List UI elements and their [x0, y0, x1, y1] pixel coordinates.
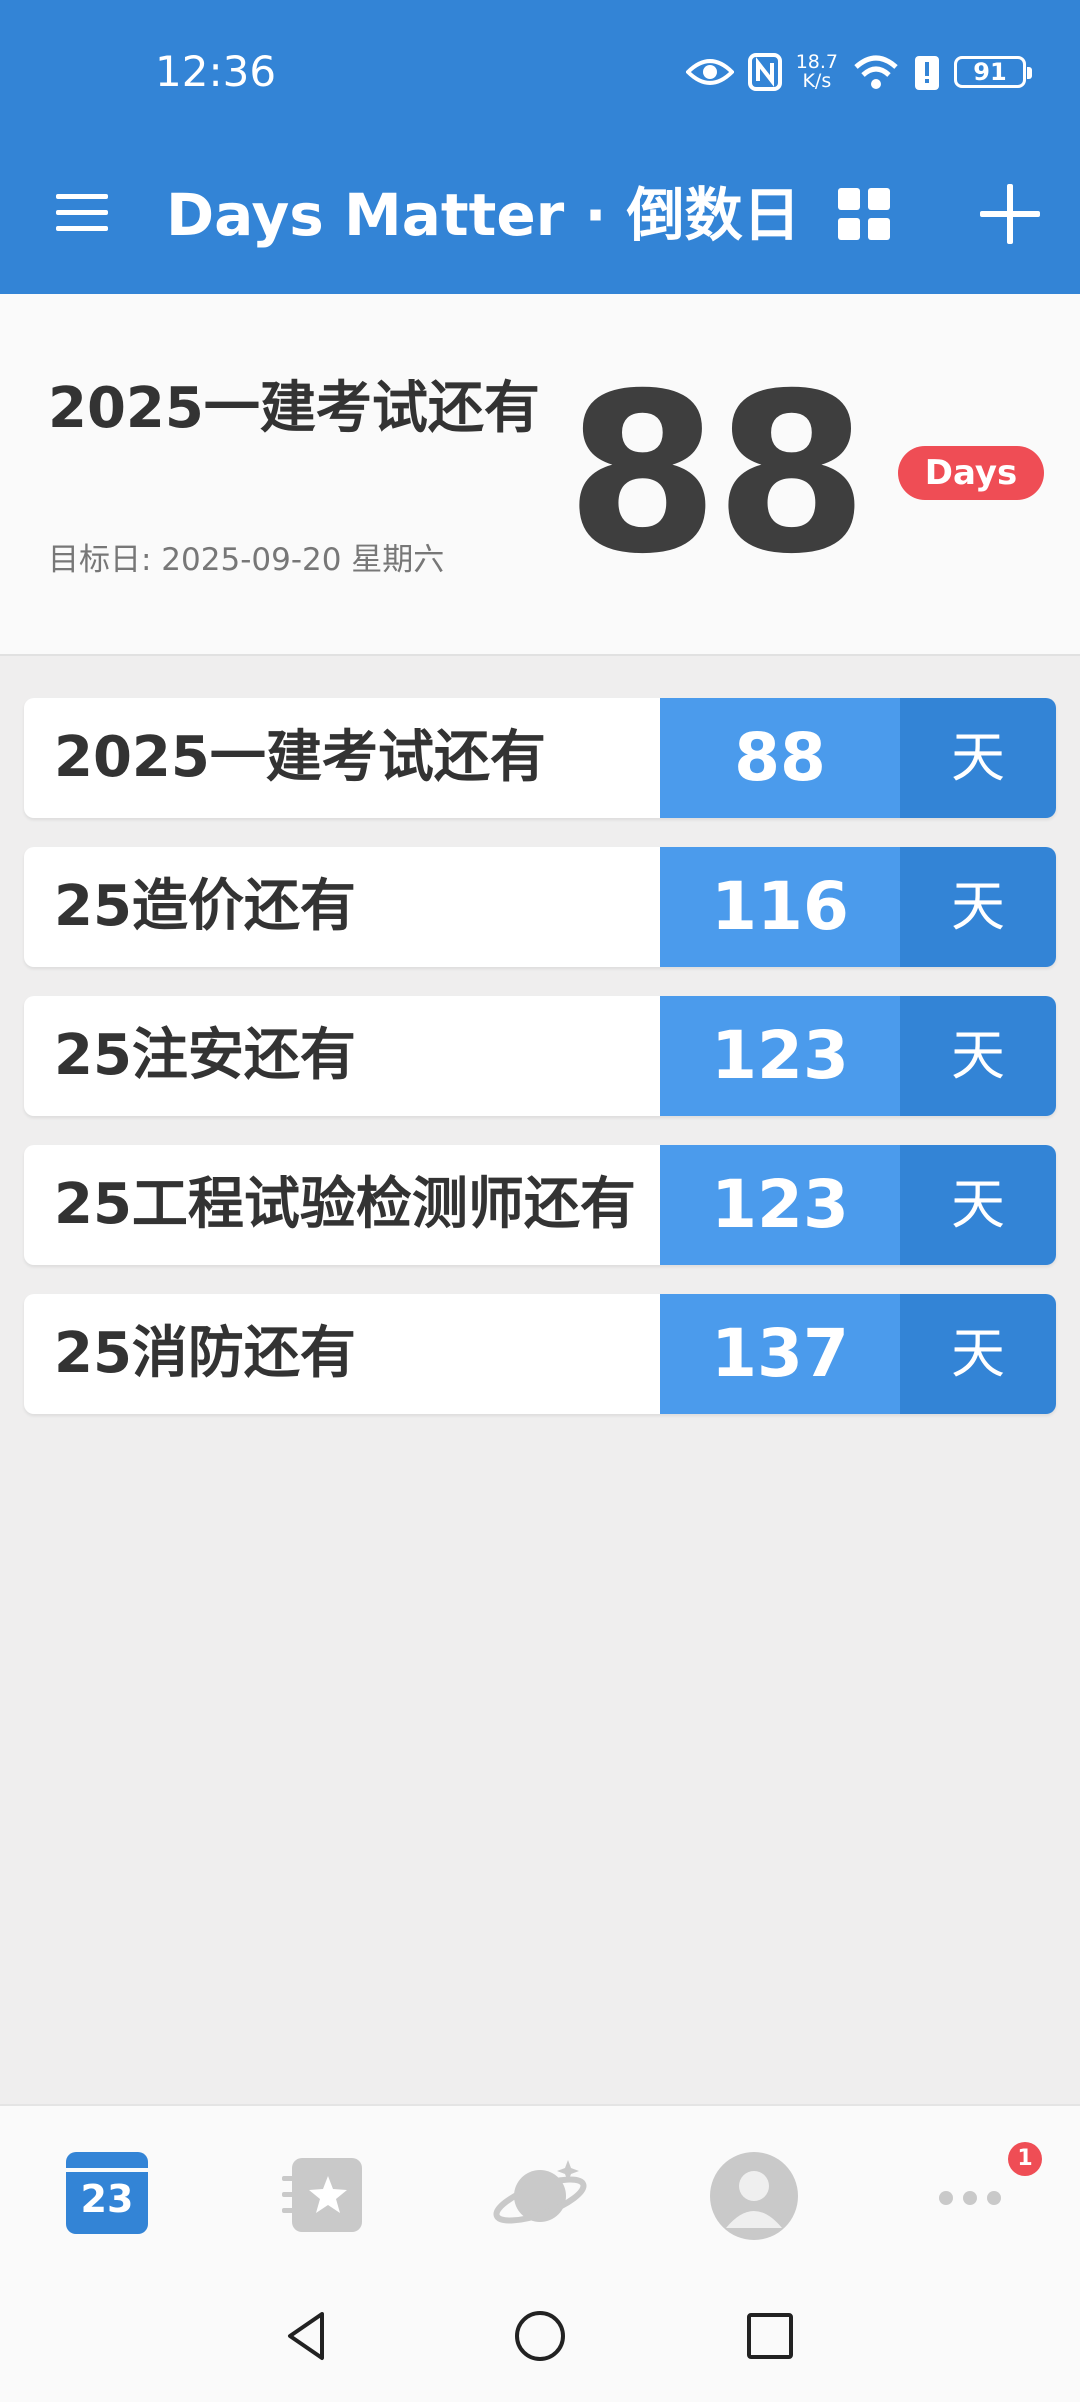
status-bar: 12:36 18.7 K/s 91	[0, 0, 1080, 140]
event-row[interactable]: 25造价还有 116 天	[24, 847, 1056, 967]
explore-planet-icon[interactable]	[490, 2150, 590, 2240]
event-row[interactable]: 25工程试验检测师还有 123 天	[24, 1145, 1056, 1265]
status-time: 12:36	[155, 47, 277, 96]
net-speed-unit: K/s	[802, 70, 832, 92]
event-name: 2025一建考试还有	[54, 725, 546, 790]
event-name: 25注安还有	[54, 1023, 356, 1088]
featured-days-count: 88	[565, 346, 868, 602]
back-icon[interactable]	[278, 2306, 338, 2366]
event-name: 25工程试验检测师还有	[54, 1172, 636, 1237]
favorites-icon[interactable]	[280, 2150, 370, 2240]
nfc-icon	[747, 53, 782, 91]
profile-icon[interactable]	[708, 2150, 800, 2242]
battery-indicator: 91	[954, 56, 1032, 88]
eye-icon	[685, 59, 734, 85]
event-days-count: 123	[660, 1145, 900, 1265]
app-header: 12:36 18.7 K/s 91 Days Matter · 倒数日	[0, 0, 1080, 294]
recents-icon[interactable]	[740, 2306, 800, 2366]
featured-event-card[interactable]: 2025一建考试还有 目标日: 2025-09-20 星期六 88 Days	[0, 294, 1080, 654]
event-days-count: 88	[660, 698, 900, 818]
event-name: 25消防还有	[54, 1321, 356, 1386]
more-icon[interactable]	[932, 2150, 1012, 2240]
calendar-icon[interactable]: 23	[66, 2152, 148, 2234]
home-icon[interactable]	[510, 2306, 570, 2366]
event-days-unit: 天	[900, 1294, 1056, 1414]
event-days-count: 137	[660, 1294, 900, 1414]
event-days-count: 116	[660, 847, 900, 967]
add-icon[interactable]	[976, 180, 1044, 248]
alert-battery-icon	[915, 56, 939, 90]
divider	[0, 654, 1080, 656]
featured-target-date: 目标日: 2025-09-20 星期六	[48, 542, 445, 578]
event-days-unit: 天	[900, 996, 1056, 1116]
notification-badge: 1	[1008, 2142, 1042, 2176]
app-title: Days Matter · 倒数日	[166, 181, 801, 249]
event-days-unit: 天	[900, 1145, 1056, 1265]
net-speed: 18.7 K/s	[796, 53, 838, 91]
days-badge: Days	[898, 446, 1044, 500]
event-row[interactable]: 25注安还有 123 天	[24, 996, 1056, 1116]
featured-event-title: 2025一建考试还有	[48, 376, 540, 441]
event-days-unit: 天	[900, 698, 1056, 818]
wifi-icon	[854, 55, 898, 89]
event-row[interactable]: 25消防还有 137 天	[24, 1294, 1056, 1414]
status-icons: 18.7 K/s 91	[685, 46, 1032, 98]
menu-icon[interactable]	[52, 188, 112, 238]
app-bar: Days Matter · 倒数日	[0, 150, 1080, 280]
grid-view-icon[interactable]	[836, 186, 892, 242]
event-name: 25造价还有	[54, 874, 356, 939]
event-days-count: 123	[660, 996, 900, 1116]
event-days-unit: 天	[900, 847, 1056, 967]
event-row[interactable]: 2025一建考试还有 88 天	[24, 698, 1056, 818]
